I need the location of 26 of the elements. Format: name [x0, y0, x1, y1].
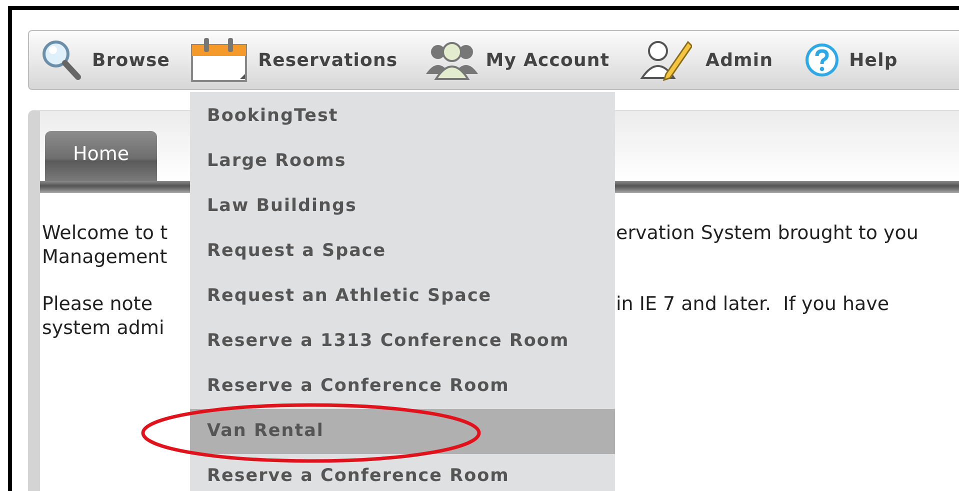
welcome-text: Management — [42, 245, 168, 269]
person-pencil-icon[interactable] — [640, 38, 692, 82]
menu-item[interactable]: Van Rental — [190, 409, 615, 454]
search-icon[interactable] — [40, 38, 82, 82]
nav-link[interactable]: Admin — [706, 50, 774, 70]
nav-link[interactable]: Help — [849, 50, 898, 70]
note-text: system admi — [42, 316, 166, 340]
note-text: Please note — [42, 292, 154, 316]
help-icon[interactable] — [805, 43, 840, 77]
note-text: in IE 7 and later. If you have — [616, 292, 890, 316]
welcome-text: Welcome to t — [42, 221, 169, 245]
menu-item[interactable]: Reserve a Conference Room — [190, 454, 615, 491]
menu-item[interactable]: Reserve a 1313 Conference Room — [190, 319, 615, 364]
menu-item[interactable]: Large Rooms — [190, 139, 615, 184]
menu-item[interactable]: Request an Athletic Space — [190, 274, 615, 319]
home-tab[interactable]: Home — [45, 131, 157, 181]
nav-link[interactable]: My Account — [486, 50, 610, 70]
welcome-text: ervation System brought to you — [616, 221, 920, 245]
menu-item[interactable]: Law Buildings — [190, 184, 615, 229]
nav-link[interactable]: Browse — [92, 50, 170, 70]
calendar-icon[interactable] — [190, 37, 248, 83]
menu-item[interactable]: Request a Space — [190, 229, 615, 274]
menu-item[interactable]: Reserve a Conference Room — [190, 364, 615, 409]
nav-link[interactable]: Reservations — [258, 50, 398, 70]
people-icon[interactable] — [426, 40, 478, 80]
menu-item[interactable]: BookingTest — [190, 94, 615, 139]
